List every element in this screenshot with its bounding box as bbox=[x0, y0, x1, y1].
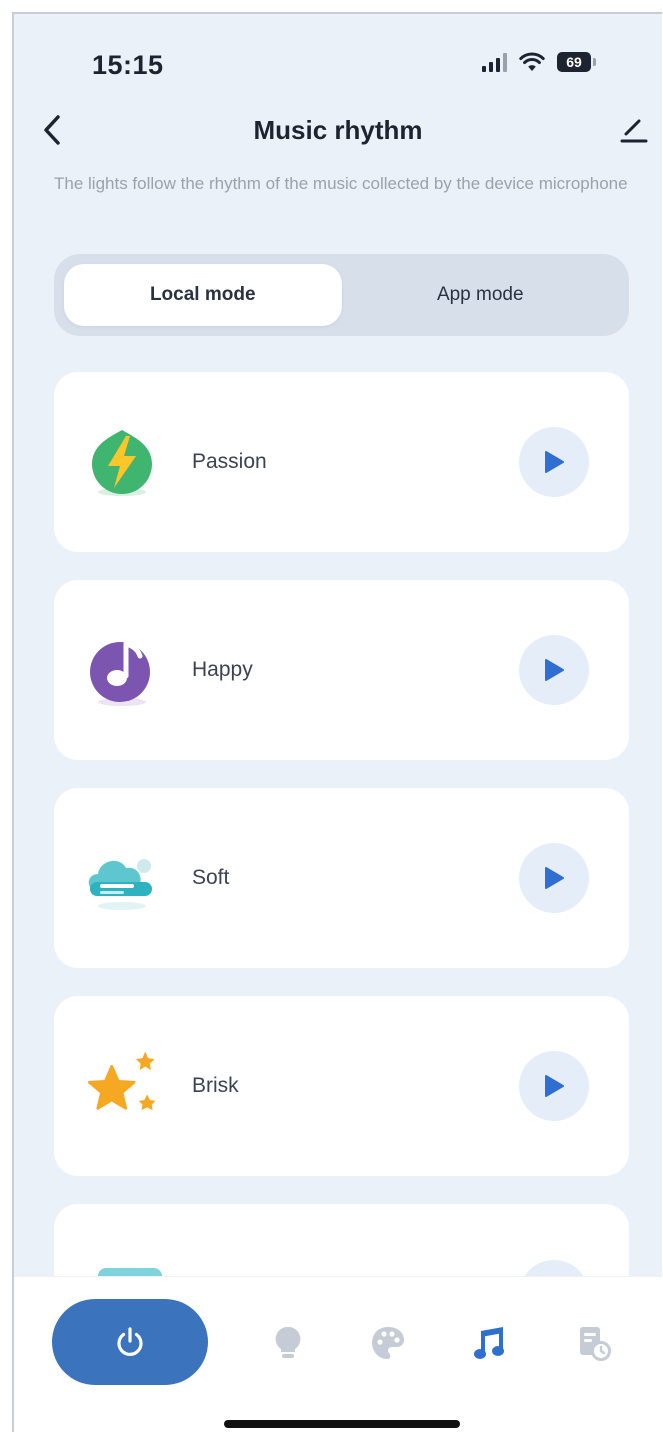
play-icon bbox=[545, 451, 564, 473]
bottom-nav bbox=[14, 1276, 662, 1432]
play-icon bbox=[545, 659, 564, 681]
power-icon bbox=[117, 1327, 143, 1356]
rhythm-label: Happy bbox=[192, 658, 253, 681]
status-icons: 69 bbox=[482, 52, 596, 72]
pencil-icon bbox=[620, 119, 648, 143]
rhythm-item-soft[interactable]: Soft bbox=[54, 788, 629, 968]
play-button[interactable] bbox=[519, 843, 589, 913]
page-title: Music rhythm bbox=[253, 115, 423, 145]
music-icon bbox=[474, 1327, 504, 1359]
mode-selector: Local mode App mode bbox=[54, 254, 629, 336]
rhythm-label: Soft bbox=[192, 866, 230, 889]
nav-palette[interactable] bbox=[366, 1321, 410, 1365]
cloud-icon bbox=[82, 838, 162, 918]
rhythm-item-happy[interactable]: Happy bbox=[54, 580, 629, 760]
nav-schedule[interactable] bbox=[572, 1321, 616, 1365]
lightning-icon bbox=[82, 422, 162, 502]
wifi-icon bbox=[519, 52, 545, 71]
play-button[interactable] bbox=[519, 427, 589, 497]
rhythm-list: Passion Happy Soft Brisk bbox=[54, 372, 629, 1332]
phone-screen: 15:15 69 Music rhythm The lights follow … bbox=[12, 12, 662, 1432]
signal-icon bbox=[482, 52, 507, 72]
nav-bulb[interactable] bbox=[266, 1321, 310, 1365]
rhythm-label: Passion bbox=[192, 450, 267, 473]
nav-music[interactable] bbox=[468, 1321, 512, 1365]
rhythm-item-brisk[interactable]: Brisk bbox=[54, 996, 629, 1176]
stars-icon bbox=[82, 1046, 162, 1126]
tab-app-mode[interactable]: App mode bbox=[342, 264, 620, 326]
schedule-icon bbox=[580, 1327, 611, 1361]
rhythm-label: Brisk bbox=[192, 1074, 239, 1097]
status-time: 15:15 bbox=[92, 50, 164, 80]
bulb-icon bbox=[275, 1326, 301, 1358]
play-icon bbox=[545, 867, 564, 889]
play-icon bbox=[545, 1075, 564, 1097]
battery-icon: 69 bbox=[557, 52, 596, 72]
play-button[interactable] bbox=[519, 1051, 589, 1121]
page-description: The lights follow the rhythm of the musi… bbox=[54, 174, 628, 193]
battery-level: 69 bbox=[566, 54, 582, 70]
music-note-icon bbox=[82, 630, 162, 710]
power-button[interactable] bbox=[52, 1299, 208, 1385]
home-indicator bbox=[224, 1420, 460, 1428]
play-button[interactable] bbox=[519, 635, 589, 705]
palette-icon bbox=[372, 1327, 404, 1359]
edit-button[interactable] bbox=[614, 110, 654, 150]
rhythm-item-passion[interactable]: Passion bbox=[54, 372, 629, 552]
tab-local-mode[interactable]: Local mode bbox=[64, 264, 342, 326]
